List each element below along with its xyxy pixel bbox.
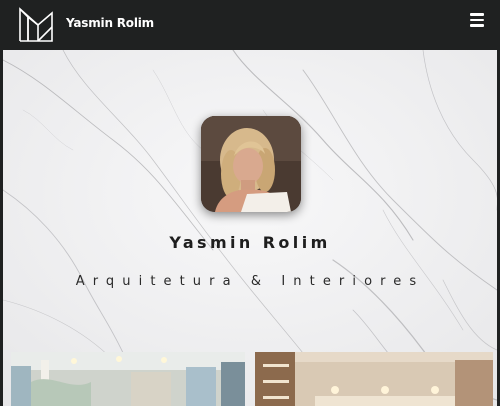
house-monogram-logo[interactable] bbox=[18, 7, 56, 43]
project-thumbnail-kids-room[interactable] bbox=[11, 352, 245, 406]
project-thumbnail-hallway[interactable] bbox=[255, 352, 493, 406]
profile-photo bbox=[201, 116, 301, 212]
brand-name[interactable]: Yasmin Rolim bbox=[66, 16, 154, 30]
hamburger-menu-icon[interactable] bbox=[470, 13, 486, 29]
hero-section: Yasmin Rolim Arquitetura & Interiores bbox=[3, 50, 497, 406]
hero-subtitle: Arquitetura & Interiores bbox=[75, 274, 425, 289]
hero-name: Yasmin Rolim bbox=[169, 233, 331, 252]
top-navbar: Yasmin Rolim bbox=[0, 0, 500, 50]
